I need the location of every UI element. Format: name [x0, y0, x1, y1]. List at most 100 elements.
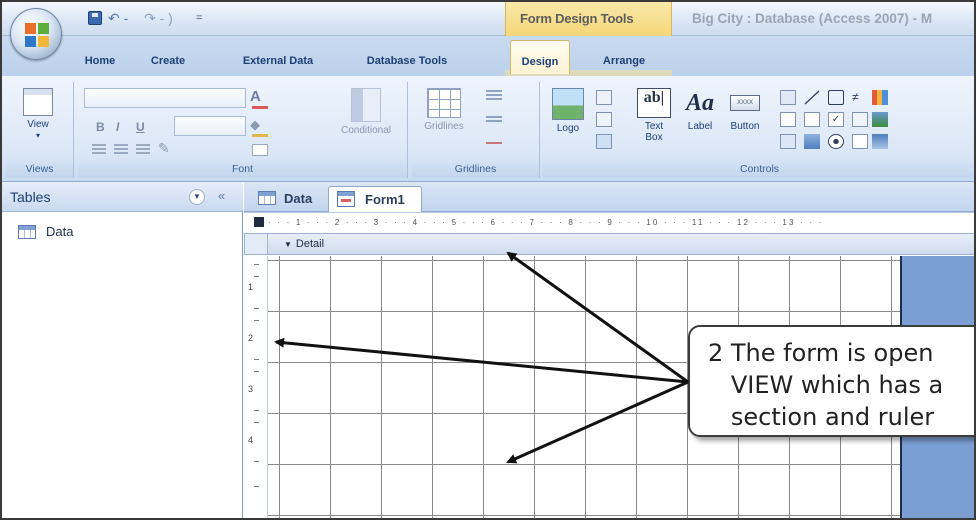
toggle-button-icon[interactable]	[852, 134, 868, 149]
subform-icon[interactable]	[780, 134, 796, 149]
tab-control-icon[interactable]	[780, 90, 796, 105]
chevron-down-icon: ▾	[35, 131, 40, 140]
ruler-tick	[254, 410, 259, 411]
button-button[interactable]: XXXX Button	[724, 88, 766, 132]
vertical-ruler[interactable]: 1 2 3 4	[244, 256, 268, 518]
page-number-icon[interactable]	[596, 112, 612, 127]
nav-title: Tables	[10, 189, 51, 205]
line-color-icon	[252, 144, 268, 156]
chevron-down-icon[interactable]: ▼	[189, 189, 205, 205]
doc-tab-data[interactable]: Data	[254, 186, 322, 212]
context-group-label: Form Design Tools	[520, 11, 634, 26]
tab-design[interactable]: Design	[510, 40, 570, 74]
title-bar: ↶ - ↷ - ) = Form Design Tools Big City :…	[2, 2, 974, 36]
group-label-views: Views	[6, 161, 73, 178]
tab-database-tools[interactable]: Database Tools	[362, 40, 452, 74]
align-center-icon[interactable]	[114, 144, 128, 154]
underline-button[interactable]: U	[136, 120, 145, 134]
document-tabs: Data Form1	[244, 182, 974, 212]
unbound-object-icon[interactable]	[804, 134, 820, 149]
office-button[interactable]	[10, 8, 62, 60]
context-tab-group: Form Design Tools	[505, 2, 672, 36]
title-icon[interactable]	[596, 90, 612, 105]
ruler-number: 4	[248, 435, 254, 445]
ruler-tick	[254, 486, 259, 487]
undo-icon[interactable]: ↶ -	[108, 10, 128, 27]
font-size-select[interactable]	[174, 116, 246, 136]
label-icon: Aa	[685, 90, 714, 116]
fill-color-button[interactable]: ◆	[250, 116, 280, 138]
check-box-icon[interactable]: ✓	[828, 112, 844, 127]
page-break-icon[interactable]: ≠	[852, 90, 868, 105]
nav-header[interactable]: Tables ▼ «	[2, 182, 243, 212]
ruler-tick	[254, 359, 259, 360]
group-gridlines: Gridlines Gridlines	[412, 82, 540, 178]
group-label-font: Font	[78, 161, 407, 178]
textbox-label: Text Box	[644, 121, 664, 143]
align-right-icon[interactable]	[136, 144, 150, 154]
gridline-style-button[interactable]	[486, 116, 512, 130]
doc-tab-label: Data	[284, 191, 313, 206]
tab-create[interactable]: Create	[142, 40, 194, 74]
gridlines-icon	[427, 88, 461, 118]
navigation-pane: Tables ▼ « Data	[2, 182, 243, 518]
combo-box-icon[interactable]	[780, 112, 796, 127]
label-label: Label	[687, 121, 713, 132]
logo-button[interactable]: Logo	[548, 88, 588, 134]
ruler-number: 2	[248, 333, 254, 343]
tab-home[interactable]: Home	[78, 40, 122, 74]
gridlines-label: Gridlines	[424, 121, 464, 132]
form-icon	[337, 191, 355, 207]
view-label: View	[27, 119, 49, 130]
option-button-icon[interactable]	[828, 134, 844, 149]
conditional-label: Conditional	[340, 125, 392, 136]
align-left-icon[interactable]	[92, 144, 106, 154]
textbox-icon: ab|	[637, 88, 671, 118]
section-selector[interactable]	[244, 233, 268, 255]
ruler-tick	[254, 320, 259, 321]
chart-icon[interactable]	[872, 90, 888, 105]
detail-section-bar[interactable]: Detail	[268, 233, 974, 255]
bound-object-icon[interactable]	[872, 134, 888, 149]
view-button[interactable]: View ▾	[12, 88, 64, 141]
save-icon[interactable]	[88, 11, 102, 25]
font-name-select[interactable]	[84, 88, 246, 108]
textbox-button[interactable]: ab| Text Box	[634, 88, 674, 143]
nav-item-data[interactable]: Data	[18, 222, 138, 242]
format-painter-icon[interactable]: ✎	[158, 140, 170, 157]
date-time-icon[interactable]	[596, 134, 612, 149]
redo-icon[interactable]: ↷ - )	[144, 10, 173, 27]
rectangle-icon[interactable]	[828, 90, 844, 105]
ruler-tick	[254, 264, 259, 265]
image-icon[interactable]	[872, 112, 888, 127]
fill-color-swatch	[252, 134, 268, 137]
group-label-gridlines: Gridlines	[412, 161, 539, 178]
ruler-tick	[254, 461, 259, 462]
bold-button[interactable]: B	[96, 120, 105, 134]
horizontal-ruler[interactable]: · · · 1 · · · 2 · · · 3 · · · 4 · · · 5 …	[268, 215, 974, 231]
line-icon[interactable]	[804, 90, 820, 105]
office-button-icon	[25, 23, 49, 47]
conditional-button[interactable]: Conditional	[328, 88, 404, 136]
button-label: Button	[730, 121, 760, 132]
gridline-width-button[interactable]	[486, 90, 512, 104]
form-selector[interactable]	[254, 217, 264, 227]
font-color-button[interactable]: A	[250, 88, 280, 110]
italic-button[interactable]: I	[116, 120, 119, 134]
gridline-color-button[interactable]	[486, 142, 512, 156]
option-group-icon[interactable]	[804, 112, 820, 127]
gridlines-button[interactable]: Gridlines	[420, 88, 468, 132]
customize-qat-button[interactable]: =	[196, 12, 202, 24]
ribbon: View ▾ Views B I U ✎ A ◆ Conditional Fon…	[2, 76, 974, 182]
button-icon: XXXX	[730, 95, 760, 111]
tab-arrange[interactable]: Arrange	[594, 40, 654, 74]
access-window: ↶ - ↷ - ) = Form Design Tools Big City :…	[0, 0, 976, 520]
doc-tab-form1[interactable]: Form1	[328, 186, 422, 212]
font-color-swatch	[252, 106, 268, 109]
collapse-icon[interactable]: «	[218, 188, 225, 203]
label-button[interactable]: Aa Label	[680, 88, 720, 132]
conditional-icon	[351, 88, 381, 122]
tab-external-data[interactable]: External Data	[235, 40, 321, 74]
group-controls: Logo ab| Text Box Aa Label XXXX Button ≠	[542, 82, 974, 178]
list-box-icon[interactable]	[852, 112, 868, 127]
